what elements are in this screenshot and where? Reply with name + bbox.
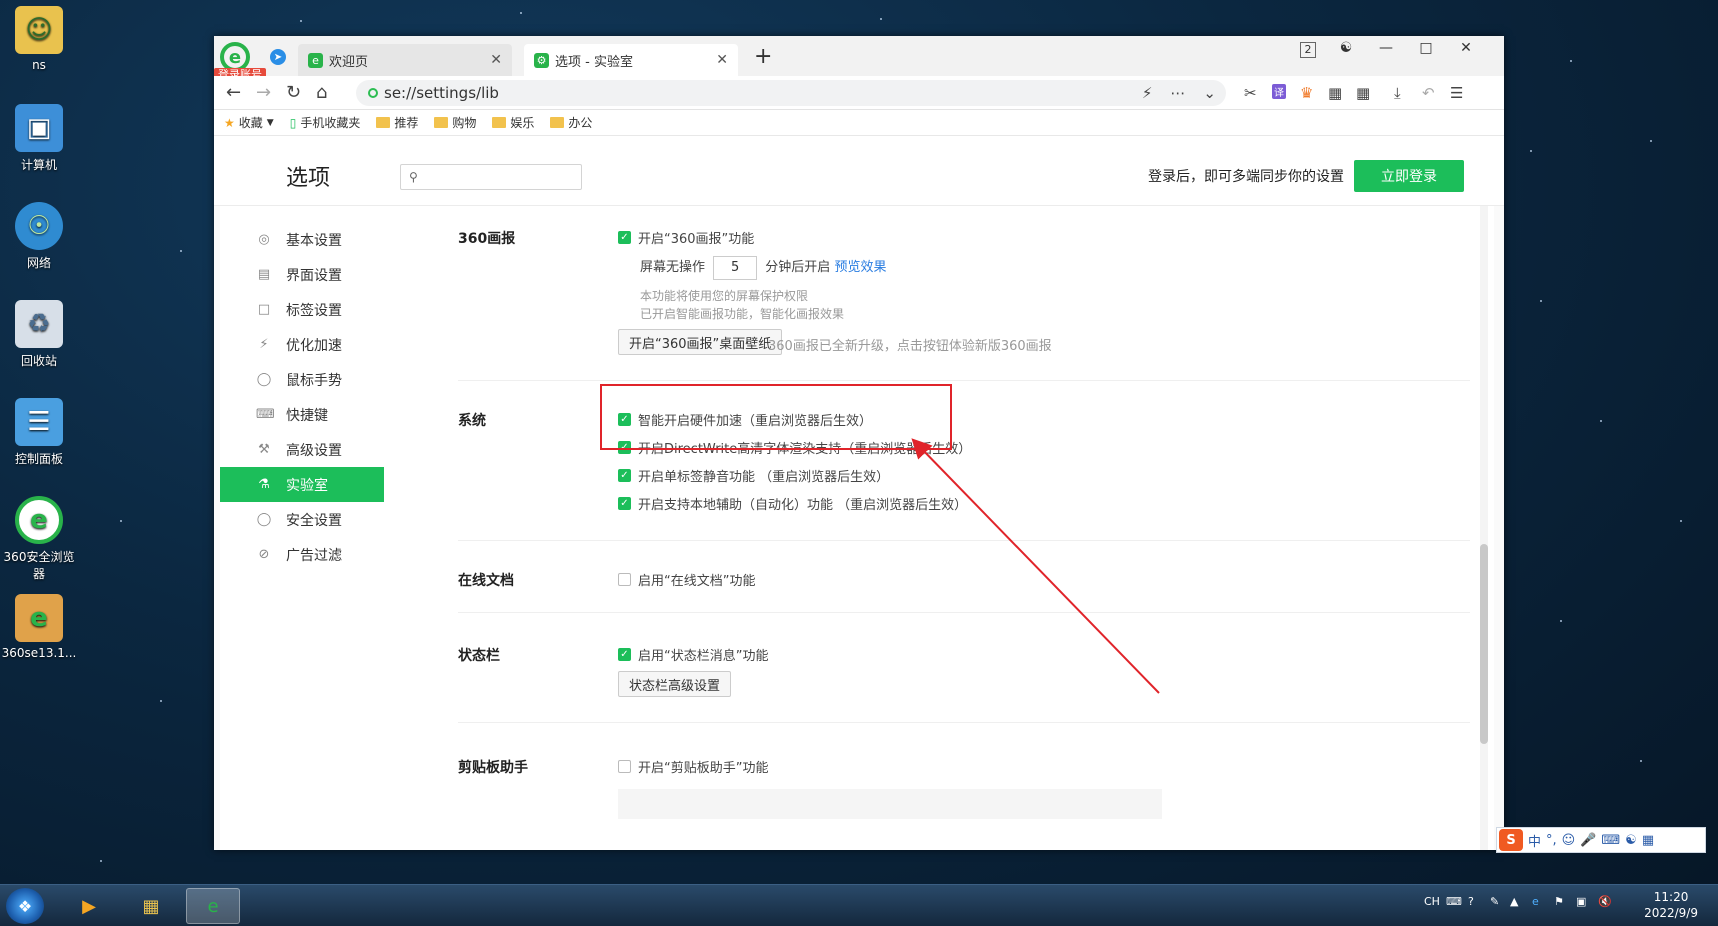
taskbar: ❖ ▶ ▦ e CH ⌨ ? ✎ ▲ e ⚑ ▣ 🔇 11:20 2022/9/… (0, 884, 1718, 926)
volume-muted-icon[interactable]: 🔇 (1598, 895, 1612, 908)
ime-punct[interactable]: °, (1546, 833, 1557, 848)
emoji-icon[interactable]: ☺ (1562, 833, 1576, 848)
start-button[interactable]: ❖ (6, 888, 44, 924)
media-player-icon[interactable]: ▶ (62, 888, 116, 924)
input-language[interactable]: CH (1424, 895, 1440, 908)
skin-icon[interactable]: ☯ (1625, 833, 1637, 848)
sogou-logo-icon: S (1499, 829, 1523, 851)
ime-lang[interactable]: 中 (1528, 831, 1541, 850)
ime-toolbar[interactable]: S 中 °, ☺ 🎤 ⌨ ☯ ▦ (1496, 827, 1706, 853)
clock-date: 2022/9/9 (1644, 906, 1698, 920)
clock[interactable]: 11:20 2022/9/9 (1644, 889, 1698, 921)
360-browser-taskbar-icon[interactable]: e (186, 888, 240, 924)
apps-grid-icon[interactable]: ▦ (1642, 833, 1654, 848)
microphone-icon[interactable]: 🎤 (1580, 833, 1596, 848)
360-tray-icon[interactable]: e (1532, 895, 1539, 908)
keyboard-icon[interactable]: ⌨ (1601, 833, 1620, 848)
help-icon[interactable]: ? (1468, 895, 1474, 908)
network-tray-icon[interactable]: ▣ (1576, 895, 1586, 908)
pen-icon[interactable]: ✎ (1490, 895, 1499, 908)
flag-icon[interactable]: ⚑ (1554, 895, 1564, 908)
chevron-up-icon[interactable]: ▲ (1510, 895, 1518, 908)
file-explorer-icon[interactable]: ▦ (124, 888, 178, 924)
annotation-arrow (911, 438, 1160, 694)
keyboard-tray-icon[interactable]: ⌨ (1446, 895, 1462, 908)
clock-time: 11:20 (1653, 890, 1689, 904)
